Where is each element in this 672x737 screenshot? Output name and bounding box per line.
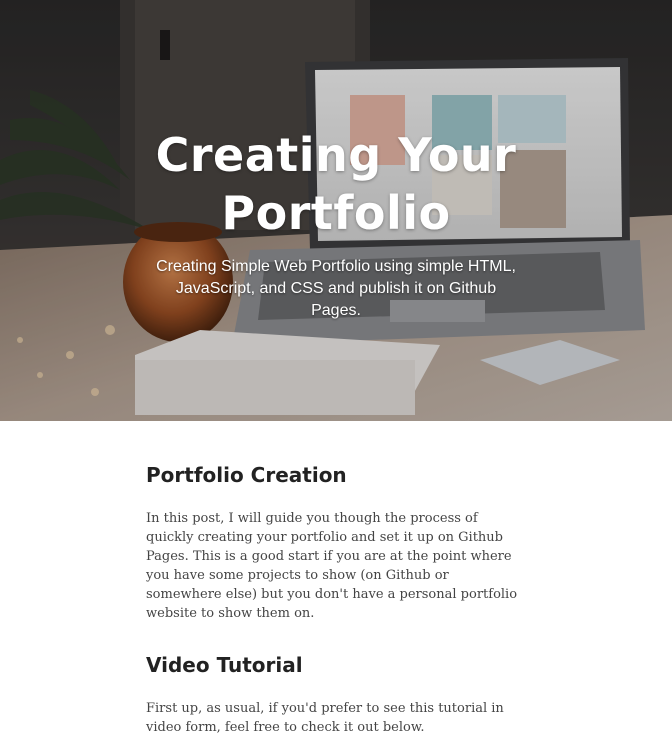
- section-heading-video-tutorial: Video Tutorial: [146, 653, 303, 677]
- section-heading-portfolio-creation: Portfolio Creation: [146, 463, 347, 487]
- page-subtitle: Creating Simple Web Portfolio using simp…: [156, 258, 516, 319]
- page-title: Creating Your Portfolio: [155, 128, 517, 240]
- hero-banner: Creating Your Portfolio Creating Simple …: [0, 0, 672, 421]
- article-content: Portfolio Creation In this post, I will …: [146, 421, 526, 737]
- section-paragraph-video-tutorial: First up, as usual, if you'd prefer to s…: [146, 701, 504, 735]
- hero-text-block: Creating Your Portfolio Creating Simple …: [0, 126, 672, 322]
- section-paragraph-portfolio-creation: In this post, I will guide you though th…: [146, 511, 518, 621]
